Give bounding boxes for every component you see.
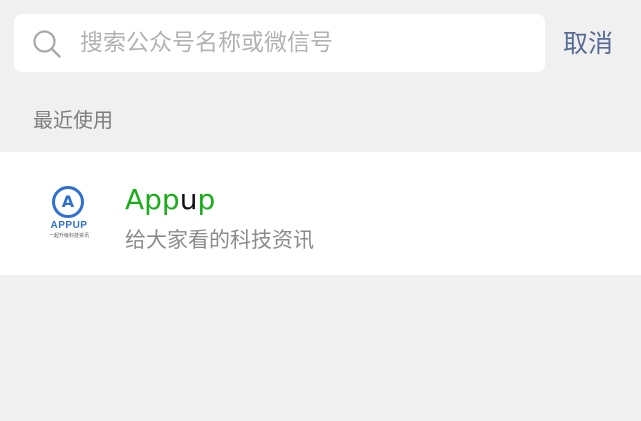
item-title: Appup (125, 182, 215, 218)
app-logo-icon: A (52, 186, 84, 218)
search-input[interactable]: 搜索公众号名称或微信号 (14, 14, 545, 72)
item-title-part: p (197, 183, 216, 216)
avatar-brand: APPUP (50, 220, 88, 231)
avatar: A APPUP 一起升级科技资讯 (40, 186, 98, 246)
item-title-part: App (125, 183, 180, 216)
item-description: 给大家看的科技资讯 (125, 228, 314, 252)
item-title-part: u (179, 183, 198, 216)
cancel-button[interactable]: 取消 (563, 26, 613, 62)
avatar-letter: A (61, 192, 75, 211)
list-item[interactable]: A APPUP 一起升级科技资讯 Appup 给大家看的科技资讯 (0, 152, 641, 275)
search-bar: 搜索公众号名称或微信号 取消 (0, 0, 641, 88)
search-icon (32, 29, 62, 59)
search-placeholder: 搜索公众号名称或微信号 (80, 30, 333, 56)
section-label-recent: 最近使用 (33, 108, 113, 132)
avatar-tagline: 一起升级科技资讯 (48, 233, 89, 239)
